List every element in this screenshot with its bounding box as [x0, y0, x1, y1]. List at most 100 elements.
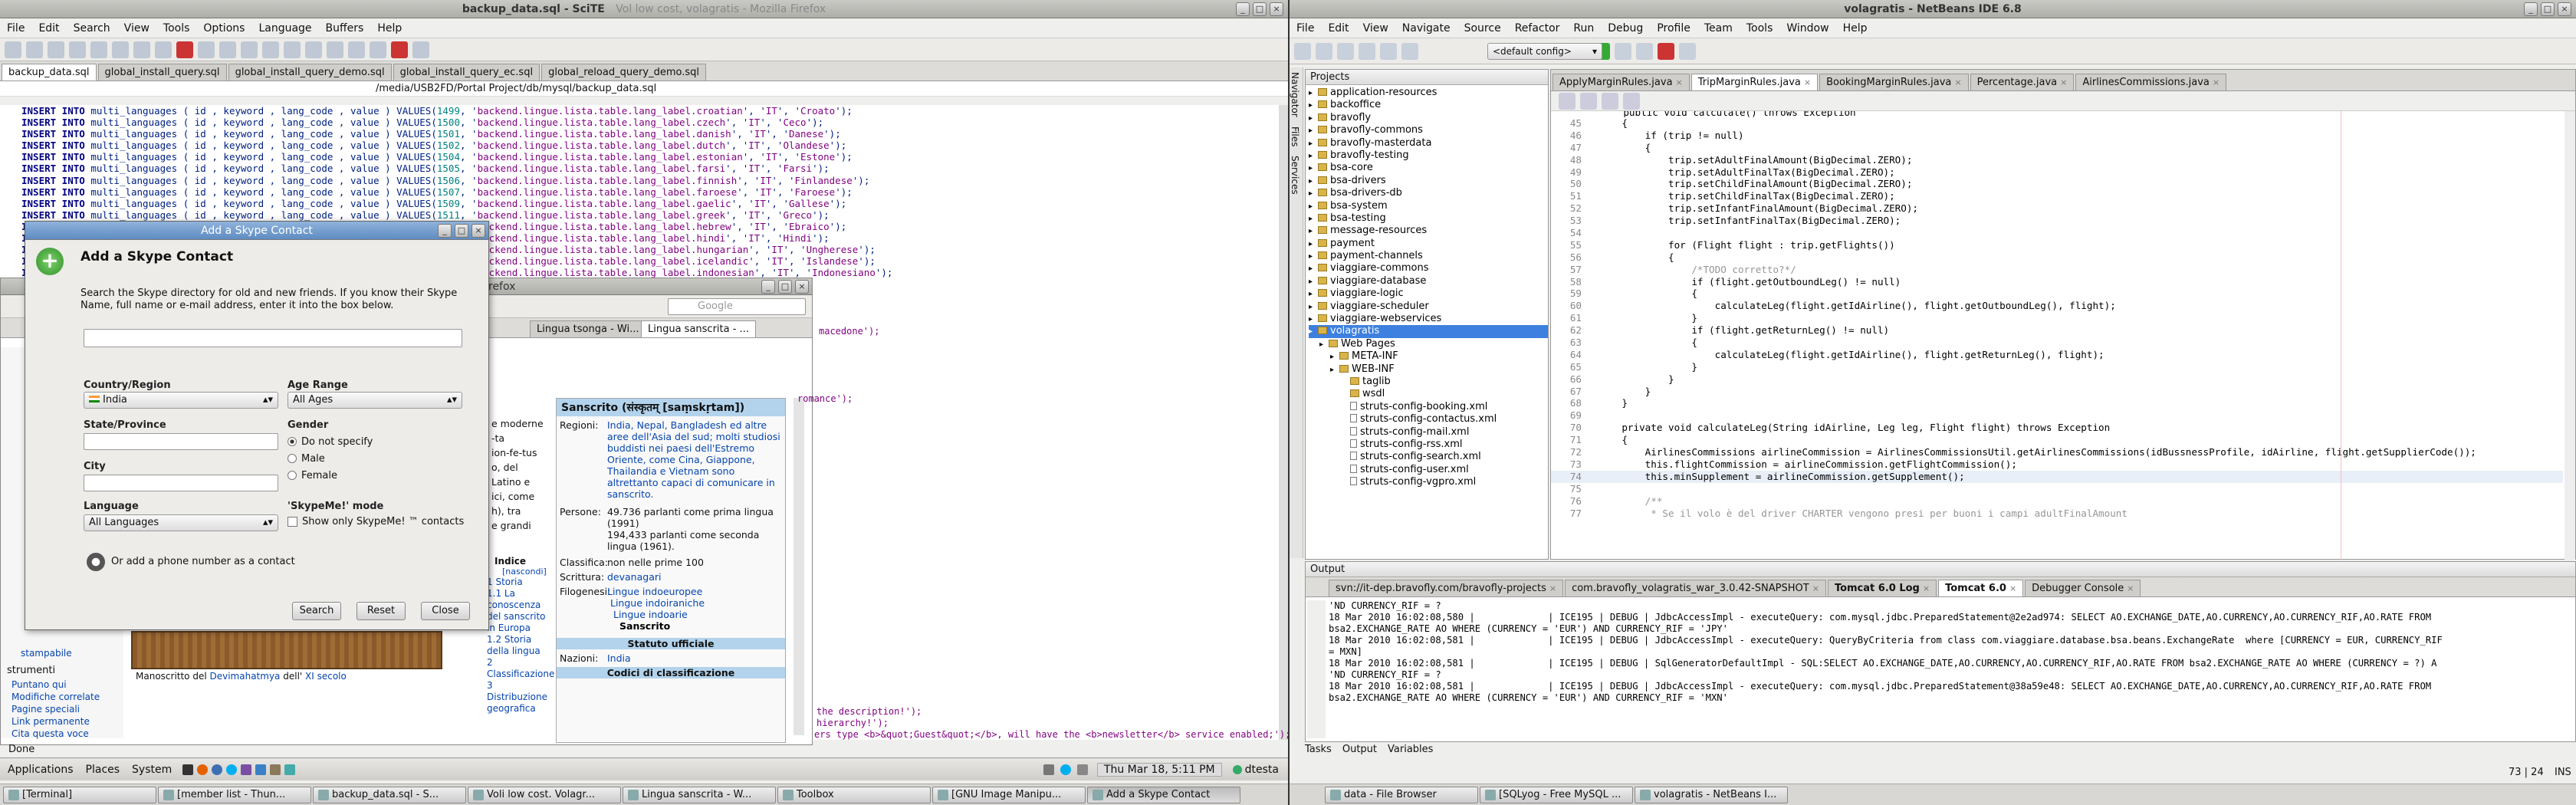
- project-viaggiare-database[interactable]: ▸ viaggiare-database: [1309, 275, 1548, 288]
- profile-icon[interactable]: [1636, 42, 1653, 60]
- nb-menu-debug[interactable]: Debug: [1601, 18, 1650, 38]
- skype-close-x-button[interactable]: ×: [472, 224, 485, 238]
- tab-close-icon[interactable]: ×: [2060, 74, 2067, 91]
- nb-menu-refactor[interactable]: Refactor: [1508, 18, 1567, 38]
- tree-xml-file[interactable]: struts-config-contactus.xml: [1309, 413, 1548, 426]
- cut-icon[interactable]: [112, 41, 129, 58]
- output-tab-3[interactable]: Tomcat 6.0 ×: [1938, 580, 2024, 596]
- nb-menu-source[interactable]: Source: [1457, 18, 1508, 38]
- nb-menu-window[interactable]: Window: [1779, 18, 1835, 38]
- nb-menu-help[interactable]: Help: [1836, 18, 1875, 38]
- editor-tab-4[interactable]: AirlinesCommissions.java ×: [2075, 74, 2227, 91]
- tree-xml-file[interactable]: struts-config-user.xml: [1309, 464, 1548, 476]
- new-file-icon[interactable]: [1294, 42, 1311, 60]
- nb-close-button[interactable]: ×: [2558, 2, 2571, 16]
- menu-help[interactable]: Help: [370, 18, 409, 38]
- taskbar-item[interactable]: Lingua sanscrita - W...: [623, 787, 776, 803]
- nb-maximize-button[interactable]: □: [2541, 2, 2555, 16]
- tab-close-icon[interactable]: ×: [1676, 74, 1683, 91]
- expand-icon[interactable]: ▸: [1309, 276, 1318, 288]
- undo-icon[interactable]: [1380, 42, 1397, 60]
- toc-item[interactable]: 1.2 Storia della lingua: [487, 634, 551, 657]
- scite-tab-3[interactable]: global_install_query_ec.sql: [393, 64, 540, 80]
- expand-icon[interactable]: ▸: [1309, 125, 1318, 137]
- stop-icon[interactable]: [391, 41, 408, 58]
- maximize-button[interactable]: □: [1253, 2, 1267, 16]
- prev-icon[interactable]: [284, 41, 301, 58]
- expand-icon[interactable]: ▸: [1309, 326, 1318, 338]
- debug-icon[interactable]: [1615, 42, 1631, 60]
- firefox-icon[interactable]: [197, 764, 209, 775]
- scrittura-value[interactable]: devanagari: [607, 571, 782, 583]
- replace-icon[interactable]: [262, 41, 279, 58]
- new-project-icon[interactable]: [1316, 42, 1332, 60]
- network-icon[interactable]: [1043, 764, 1054, 775]
- taskbar-item[interactable]: [GNU Image Manipu...: [932, 787, 1086, 803]
- panel-user[interactable]: dtesta: [1245, 764, 1279, 776]
- expand-icon[interactable]: ▸: [1309, 100, 1318, 112]
- jump-icon[interactable]: [412, 41, 429, 58]
- taskbar-item[interactable]: [SQLyog - Free MySQL ...: [1480, 787, 1633, 803]
- panel-menu-places[interactable]: Places: [86, 764, 120, 776]
- firefox-scrollbar[interactable]: [794, 398, 804, 735]
- menu-tools[interactable]: Tools: [156, 18, 197, 38]
- add-phone-link[interactable]: Or add a phone number as a contact: [111, 556, 295, 567]
- scite-tab-4[interactable]: global_reload_query_demo.sql: [541, 64, 707, 80]
- tool-link-0[interactable]: Puntano qui: [12, 678, 100, 691]
- project-viaggiare-scheduler[interactable]: ▸ viaggiare-scheduler: [1309, 301, 1548, 313]
- tree-xml-file[interactable]: struts-config-vgpro.xml: [1309, 476, 1548, 488]
- tree-web-inf[interactable]: ▸ WEB-INF: [1309, 363, 1548, 376]
- expand-icon[interactable]: ▸: [1309, 201, 1318, 213]
- copy-icon[interactable]: [133, 41, 150, 58]
- delete-icon[interactable]: [176, 41, 193, 58]
- nb-menu-edit[interactable]: Edit: [1321, 18, 1355, 38]
- scite-tab-0[interactable]: backup_data.sql: [2, 64, 97, 80]
- expand-icon[interactable]: ▸: [1330, 364, 1339, 376]
- ff-maximize-button[interactable]: □: [778, 280, 792, 294]
- tab-close-icon[interactable]: ×: [1812, 580, 1819, 596]
- toc-item[interactable]: 3 Distribuzione geografica: [487, 680, 551, 715]
- editor-tab-0[interactable]: ApplyMarginRules.java ×: [1552, 74, 1690, 90]
- output-tab-1[interactable]: com.bravofly_volagratis_war_3.0.42-SNAPS…: [1565, 580, 1826, 596]
- scite-scrollbar[interactable]: [1279, 105, 1288, 740]
- gender-radio-2[interactable]: Female: [288, 467, 373, 484]
- toggle-comment-icon[interactable]: [1623, 92, 1640, 110]
- nb-menu-file[interactable]: File: [1290, 18, 1321, 38]
- undo-icon[interactable]: [198, 41, 215, 58]
- side-tab-files[interactable]: Files: [1290, 122, 1300, 151]
- project-bravofly[interactable]: ▸ bravofly: [1309, 112, 1548, 124]
- firefox-tab-tsonga[interactable]: Lingua tsonga - Wi...: [530, 320, 646, 337]
- new-icon[interactable]: [5, 41, 21, 58]
- tab-close-icon[interactable]: ×: [2213, 74, 2220, 91]
- nb-menu-team[interactable]: Team: [1697, 18, 1740, 38]
- language-select[interactable]: All Languages ▴▾: [84, 514, 278, 531]
- caption-link-century[interactable]: XI secolo: [305, 671, 347, 682]
- project-payment[interactable]: ▸ payment: [1309, 238, 1548, 250]
- tool-link-2[interactable]: Pagine speciali: [12, 703, 100, 715]
- gender-radio-1[interactable]: Male: [288, 450, 373, 467]
- gender-radio-0[interactable]: Do not specify: [288, 433, 373, 450]
- editor-tab-1[interactable]: TripMarginRules.java ×: [1691, 74, 1819, 91]
- tab-close-icon[interactable]: ×: [1804, 74, 1811, 91]
- caption-link-devimahatmya[interactable]: Devimahatmya: [210, 671, 281, 682]
- menu-options[interactable]: Options: [196, 18, 251, 38]
- panel-menu-system[interactable]: System: [132, 764, 172, 776]
- country-select[interactable]: India ▴▾: [84, 392, 278, 409]
- volume-icon[interactable]: [1076, 764, 1088, 775]
- expand-icon[interactable]: ▸: [1309, 251, 1318, 263]
- build-icon[interactable]: [348, 41, 365, 58]
- tab-close-icon[interactable]: ×: [1923, 580, 1930, 596]
- print-icon[interactable]: [90, 41, 107, 58]
- city-input[interactable]: [84, 475, 278, 491]
- netbeans-icon[interactable]: [255, 764, 267, 775]
- project-bsa-core[interactable]: ▸ bsa-core: [1309, 162, 1548, 174]
- ff-close-button[interactable]: ×: [795, 280, 809, 294]
- expand-icon[interactable]: ▸: [1309, 188, 1318, 200]
- project-application-resources[interactable]: ▸ application-resources: [1309, 87, 1548, 99]
- editor-tab-2[interactable]: BookingMarginRules.java ×: [1819, 74, 1969, 90]
- nb-minimize-button[interactable]: _: [2524, 2, 2538, 16]
- output-console[interactable]: 'ND CURRENCY_RIF = ? 18 Mar 2010 16:02:08…: [1329, 600, 2564, 741]
- close-button[interactable]: ×: [1270, 2, 1283, 16]
- skypeme-checkbox[interactable]: Show only SkypeMe! ™ contacts: [288, 516, 464, 527]
- taskbar-item[interactable]: Toolbox: [777, 787, 931, 803]
